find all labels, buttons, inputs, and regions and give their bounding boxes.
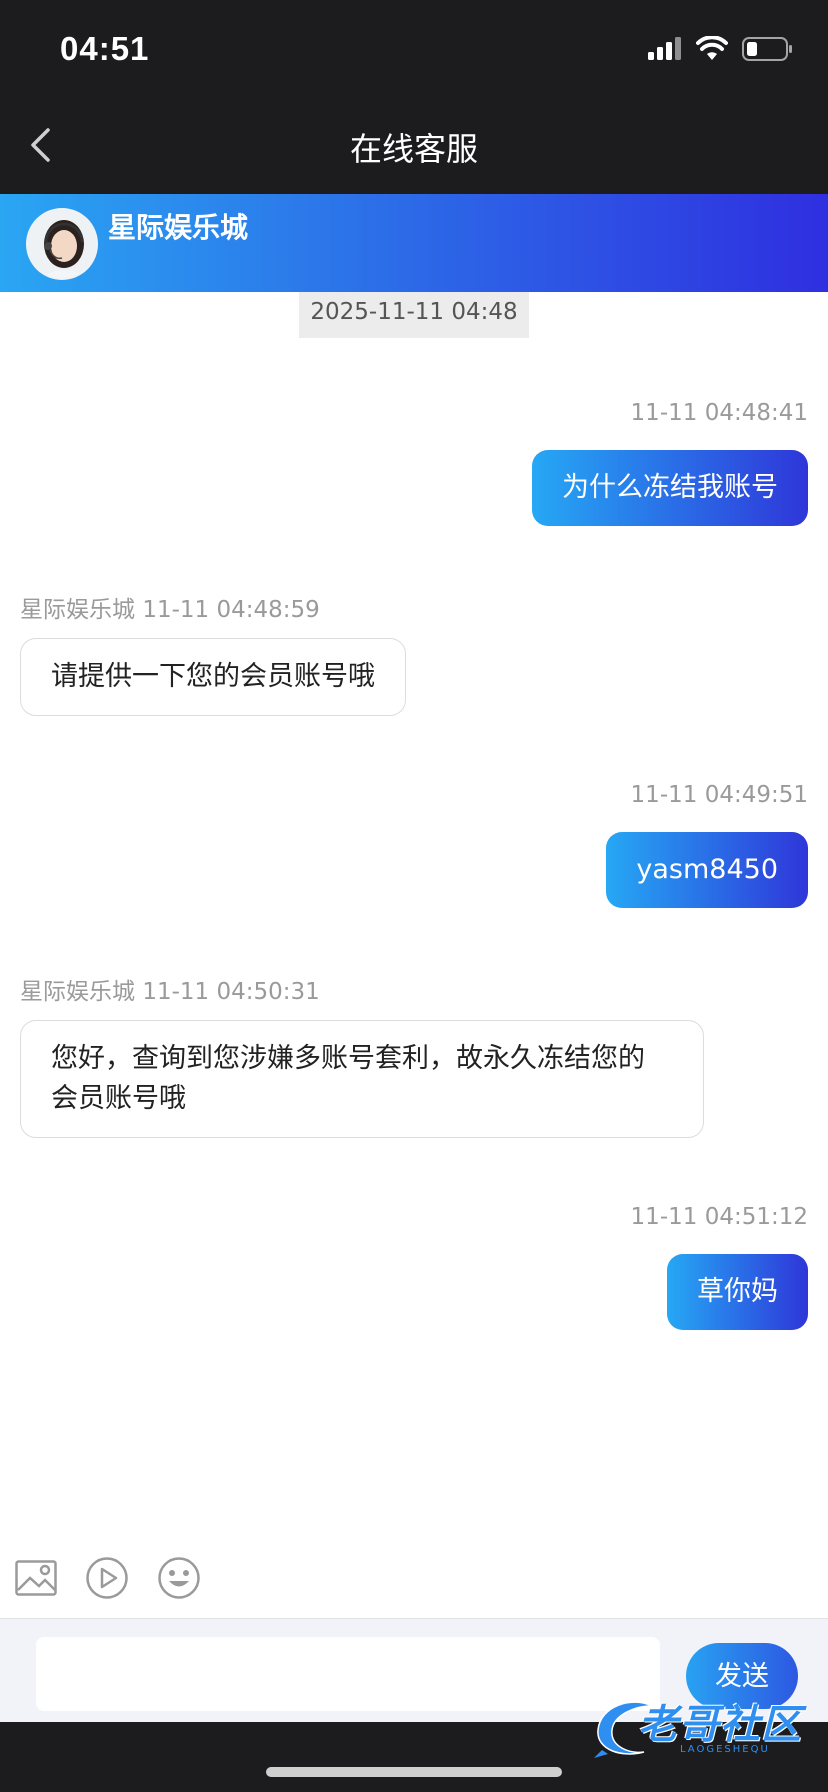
message-timestamp: 11-11 04:48:41 [630, 400, 808, 426]
agent-header: 星际娱乐城 [0, 194, 828, 292]
message-line: 您好，查询到您涉嫌多账号套利，故永久冻结您的 [51, 1043, 645, 1074]
home-indicator[interactable] [266, 1767, 562, 1777]
outgoing-message[interactable]: yasm8450 [606, 832, 808, 908]
watermark-text: 老哥社区 [638, 1702, 802, 1748]
agent-avatar [26, 208, 98, 280]
image-icon [15, 1560, 57, 1596]
watermark: 老哥社区 LAOGESHEQU [592, 1692, 818, 1762]
agent-avatar-illustration [28, 210, 96, 278]
chat-area[interactable]: 2025-11-11 04:48 11-11 04:48:41 为什么冻结我账号… [0, 292, 828, 1618]
battery-icon [742, 37, 792, 61]
smiley-icon [158, 1557, 200, 1599]
status-icons [648, 36, 794, 62]
composer-tools [0, 1540, 828, 1618]
message-meta: 星际娱乐城 11-11 04:48:59 [20, 590, 320, 624]
sender-name: 星际娱乐城 [20, 597, 135, 623]
message-timestamp: 11-11 04:48:59 [142, 597, 320, 623]
cellular-signal-icon [648, 37, 681, 60]
agent-name: 星际娱乐城 [108, 211, 249, 244]
date-divider: 2025-11-11 04:48 [299, 292, 529, 338]
status-time: 04:51 [60, 30, 150, 67]
outgoing-message[interactable]: 为什么冻结我账号 [532, 450, 808, 526]
video-upload-button[interactable] [85, 1556, 129, 1600]
wifi-icon [696, 36, 728, 60]
image-upload-button[interactable] [14, 1556, 58, 1600]
outgoing-message[interactable]: 草你妈 [667, 1254, 808, 1330]
status-bar: 04:51 [0, 0, 828, 96]
message-timestamp: 11-11 04:51:12 [630, 1204, 808, 1230]
nav-bar: 在线客服 [0, 96, 828, 194]
message-line: 会员账号哦 [51, 1083, 186, 1114]
emoji-button[interactable] [157, 1556, 201, 1600]
message-meta: 星际娱乐城 11-11 04:50:31 [20, 972, 320, 1006]
incoming-message[interactable]: 请提供一下您的会员账号哦 [20, 638, 406, 716]
message-timestamp: 11-11 04:50:31 [142, 979, 320, 1005]
page-title: 在线客服 [349, 130, 478, 168]
message-timestamp: 11-11 04:49:51 [630, 782, 808, 808]
message-input[interactable] [36, 1637, 660, 1711]
incoming-message[interactable]: 您好，查询到您涉嫌多账号套利，故永久冻结您的 会员账号哦 [20, 1020, 704, 1138]
play-circle-icon [86, 1557, 128, 1599]
watermark-subtext: LAOGESHEQU [680, 1744, 770, 1755]
sender-name: 星际娱乐城 [20, 979, 135, 1005]
